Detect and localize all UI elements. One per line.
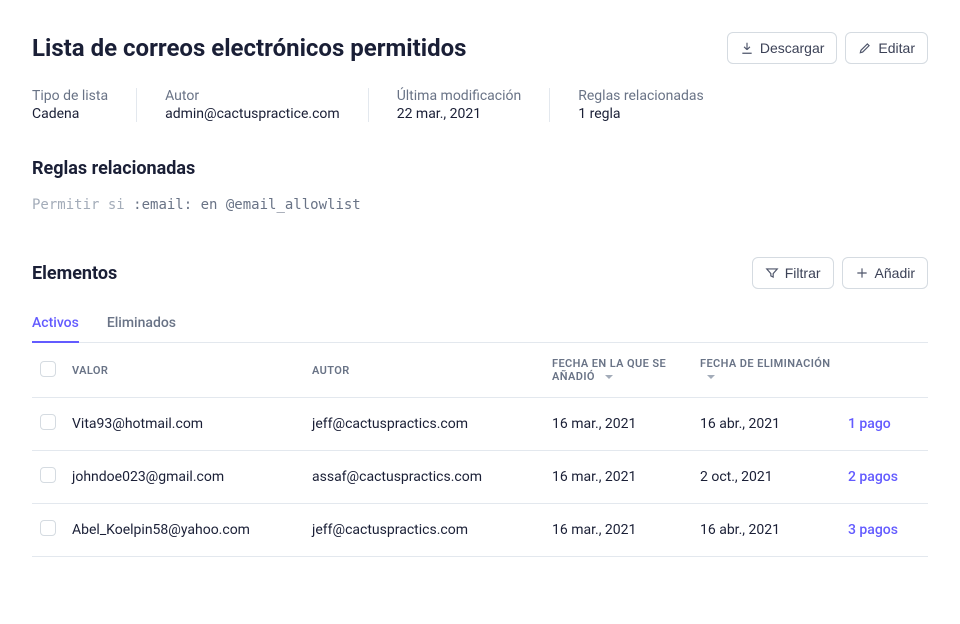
- cell-added: 16 mar., 2021: [544, 451, 692, 504]
- table-row: Vita93@hotmail.comjeff@cactuspractics.co…: [32, 398, 928, 451]
- row-checkbox[interactable]: [40, 414, 56, 430]
- cell-autor: assaf@cactuspractics.com: [304, 451, 544, 504]
- filter-button[interactable]: Filtrar: [752, 257, 834, 289]
- list-type-label: Tipo de lista: [32, 88, 108, 104]
- cell-removed: 2 oct., 2021: [692, 451, 840, 504]
- modified-label: Última modificación: [397, 88, 522, 104]
- cell-removed: 16 abr., 2021: [692, 504, 840, 557]
- rules-label: Reglas relacionadas: [578, 88, 704, 104]
- sort-desc-icon: [706, 372, 716, 382]
- cell-removed: 16 abr., 2021: [692, 398, 840, 451]
- pencil-icon: [858, 41, 872, 55]
- author-value: admin@cactuspractice.com: [165, 106, 340, 122]
- payments-link[interactable]: 1 pago: [848, 416, 891, 432]
- col-added[interactable]: FECHA EN LA QUE SE AÑADIÓ: [544, 343, 692, 398]
- table-row: johndoe023@gmail.comassaf@cactuspractics…: [32, 451, 928, 504]
- col-autor: AUTOR: [304, 343, 544, 398]
- table-row: Abel_Koelpin58@yahoo.comjeff@cactuspract…: [32, 504, 928, 557]
- payments-link[interactable]: 2 pagos: [848, 469, 898, 485]
- related-rules-title: Reglas relacionadas: [32, 158, 928, 179]
- sort-desc-icon: [604, 372, 614, 382]
- meta-row: Tipo de lista Cadena Autor admin@cactusp…: [32, 88, 928, 122]
- modified-value: 22 mar., 2021: [397, 106, 522, 122]
- tab-active[interactable]: Activos: [32, 305, 79, 343]
- payments-link[interactable]: 3 pagos: [848, 522, 898, 538]
- author-label: Autor: [165, 88, 340, 104]
- add-label: Añadir: [875, 265, 915, 281]
- tab-removed[interactable]: Eliminados: [107, 305, 176, 343]
- plus-icon: [855, 266, 869, 280]
- download-icon: [740, 41, 754, 55]
- row-checkbox[interactable]: [40, 520, 56, 536]
- elements-title: Elementos: [32, 263, 117, 284]
- edit-button[interactable]: Editar: [845, 32, 928, 64]
- edit-label: Editar: [878, 40, 915, 56]
- filter-icon: [765, 266, 779, 280]
- select-all-checkbox[interactable]: [40, 361, 56, 377]
- row-checkbox[interactable]: [40, 467, 56, 483]
- cell-autor: jeff@cactuspractics.com: [304, 504, 544, 557]
- rule-keyword: Permitir si: [32, 197, 133, 213]
- elements-table: VALOR AUTOR FECHA EN LA QUE SE AÑADIÓ FE…: [32, 343, 928, 557]
- col-valor: VALOR: [64, 343, 304, 398]
- cell-autor: jeff@cactuspractics.com: [304, 398, 544, 451]
- page-title: Lista de correos electrónicos permitidos: [32, 34, 467, 62]
- cell-added: 16 mar., 2021: [544, 398, 692, 451]
- download-label: Descargar: [760, 40, 825, 56]
- cell-valor: Abel_Koelpin58@yahoo.com: [64, 504, 304, 557]
- col-removed-label: FECHA DE ELIMINACIÓN: [700, 357, 830, 370]
- filter-label: Filtrar: [785, 265, 821, 281]
- cell-added: 16 mar., 2021: [544, 504, 692, 557]
- cell-valor: johndoe023@gmail.com: [64, 451, 304, 504]
- rules-value: 1 regla: [578, 106, 704, 122]
- list-type-value: Cadena: [32, 106, 108, 122]
- cell-valor: Vita93@hotmail.com: [64, 398, 304, 451]
- download-button[interactable]: Descargar: [727, 32, 838, 64]
- rule-code: Permitir si :email: en @email_allowlist: [32, 197, 928, 213]
- add-button[interactable]: Añadir: [842, 257, 928, 289]
- col-removed[interactable]: FECHA DE ELIMINACIÓN: [692, 343, 840, 398]
- rule-body: :email: en @email_allowlist: [133, 197, 361, 213]
